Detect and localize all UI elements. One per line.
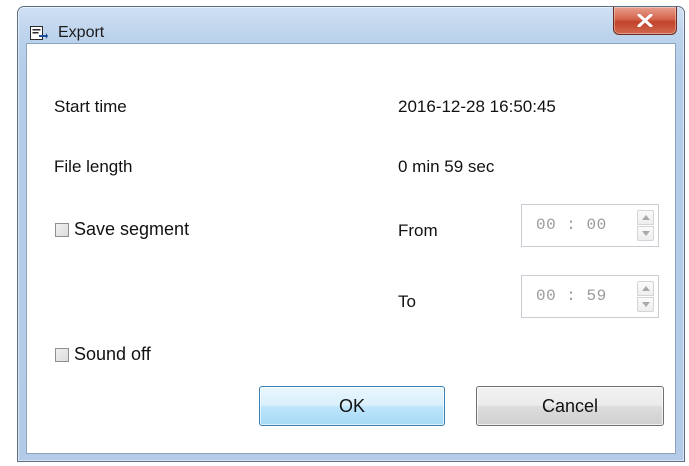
from-spin-up-button[interactable] <box>637 210 654 225</box>
file-length-label: File length <box>54 157 133 176</box>
to-label: To <box>398 292 416 311</box>
to-spin-up-button[interactable] <box>637 281 654 296</box>
dialog-body: Start time 2016-12-28 16:50:45 File leng… <box>26 43 676 454</box>
start-time-label: Start time <box>54 97 127 116</box>
export-dialog: Export Start time 2016-12-28 16:50:45 Fi… <box>17 6 685 462</box>
sound-off-checkbox[interactable]: Sound off <box>55 344 151 365</box>
cancel-button[interactable]: Cancel <box>476 386 664 426</box>
close-icon <box>637 14 653 27</box>
start-time-value: 2016-12-28 16:50:45 <box>398 97 556 116</box>
close-button[interactable] <box>613 7 677 35</box>
sound-off-box[interactable] <box>55 347 69 362</box>
save-segment-box[interactable] <box>55 222 69 237</box>
from-label: From <box>398 221 438 240</box>
file-length-value: 0 min 59 sec <box>398 157 495 176</box>
to-time-spinner[interactable]: 00 : 59 <box>521 275 659 318</box>
window-title: Export <box>58 24 105 41</box>
save-segment-label: Save segment <box>74 219 190 239</box>
chevron-up-icon <box>642 215 650 220</box>
from-time-spinner[interactable]: 00 : 00 <box>521 204 659 247</box>
export-icon <box>30 25 48 41</box>
from-time-value[interactable]: 00 : 00 <box>536 216 607 234</box>
to-time-value[interactable]: 00 : 59 <box>536 287 607 305</box>
chevron-up-icon <box>642 286 650 291</box>
save-segment-checkbox[interactable]: Save segment <box>55 219 189 240</box>
chevron-down-icon <box>642 302 650 307</box>
from-spin-down-button[interactable] <box>637 226 654 241</box>
sound-off-label: Sound off <box>74 344 151 364</box>
ok-button[interactable]: OK <box>259 386 445 426</box>
to-spin-down-button[interactable] <box>637 297 654 312</box>
chevron-down-icon <box>642 231 650 236</box>
